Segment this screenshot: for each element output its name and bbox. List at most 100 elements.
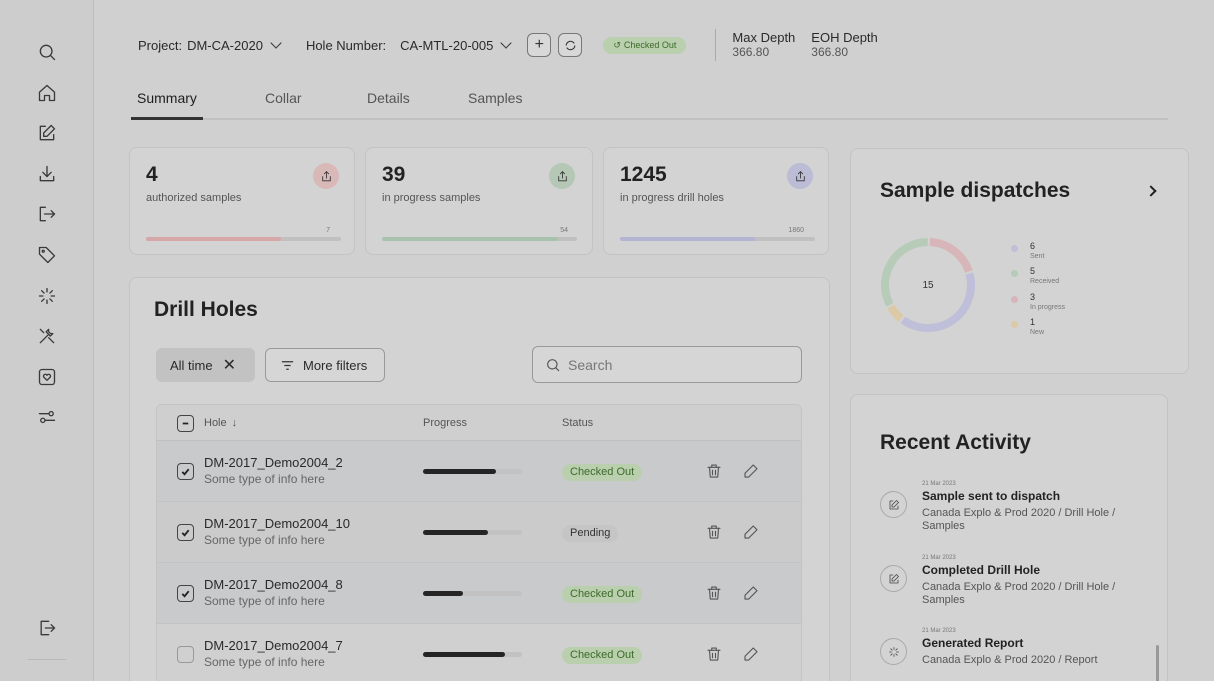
scrollbar[interactable]: [1156, 645, 1159, 681]
chevron-down-icon: [500, 36, 513, 49]
more-filters-button[interactable]: More filters: [265, 348, 385, 382]
stat-progress-bar: [146, 237, 341, 241]
share-icon[interactable]: [549, 163, 575, 189]
donut-segment-new: [887, 304, 904, 322]
stat-progress-fill: [146, 237, 281, 241]
chevron-right-icon[interactable]: [1145, 184, 1161, 198]
project-selector[interactable]: Project: DM-CA-2020: [138, 36, 282, 53]
trash-icon[interactable]: [705, 523, 723, 541]
download-icon[interactable]: [35, 162, 59, 186]
tab-details[interactable]: Details: [367, 90, 410, 120]
trash-icon[interactable]: [705, 584, 723, 602]
share-icon[interactable]: [787, 163, 813, 189]
row-checkbox[interactable]: [177, 524, 194, 541]
project-label: Project:: [138, 37, 183, 53]
hole-selector[interactable]: Hole Number: CA-MTL-20-005: [306, 36, 513, 53]
stat-progress-bar: [382, 237, 577, 241]
trash-icon[interactable]: [705, 645, 723, 663]
legend-value: 1: [1030, 317, 1036, 327]
dispatch-total: 15: [922, 280, 934, 291]
eoh-depth-label: EOH Depth: [811, 30, 878, 45]
tools-icon[interactable]: [35, 324, 59, 348]
column-hole[interactable]: Hole ↓: [204, 417, 237, 429]
sample-dispatches-panel: Sample dispatches 15 6 Sent 5 Received 3…: [850, 148, 1189, 374]
all-time-label: All time: [170, 357, 213, 373]
add-button[interactable]: +: [527, 33, 552, 57]
legend-label: Sent: [1030, 253, 1045, 260]
stat-label: in progress drill holes: [620, 192, 724, 204]
sample-dispatches-title: Sample dispatches: [880, 179, 1071, 202]
row-checkbox[interactable]: [177, 585, 194, 602]
recent-activity-title: Recent Activity: [880, 431, 1031, 454]
select-all-checkbox[interactable]: [177, 415, 194, 432]
hole-info: Some type of info here: [204, 533, 325, 547]
search-input[interactable]: Search: [532, 346, 802, 383]
status-badge: Checked Out: [562, 585, 643, 603]
sign-out-icon[interactable]: [35, 616, 59, 640]
filter-icon: [281, 360, 294, 370]
row-checkbox[interactable]: [177, 463, 194, 480]
table-row[interactable]: DM-2017_Demo2004_10 Some type of info he…: [157, 502, 801, 563]
home-icon[interactable]: [35, 81, 59, 105]
tab-summary[interactable]: Summary: [131, 90, 203, 120]
stat-progress-bar: [620, 237, 815, 241]
loader-icon: [880, 638, 907, 665]
pencil-icon[interactable]: [742, 645, 760, 663]
row-progress-bar: [423, 591, 522, 596]
column-hole-label: Hole: [204, 417, 227, 429]
close-icon[interactable]: ✕: [223, 355, 236, 375]
table-row[interactable]: DM-2017_Demo2004_8 Some type of info her…: [157, 563, 801, 624]
eoh-depth-value: 366.80: [811, 45, 848, 59]
activity-description: Canada Explo & Prod 2020 / Drill Hole / …: [922, 581, 1116, 606]
heart-box-icon[interactable]: [35, 365, 59, 389]
activity-date: 21 Mar 2023: [922, 481, 956, 487]
activity-title: Generated Report: [922, 636, 1024, 650]
tab-collar[interactable]: Collar: [265, 90, 302, 120]
sidebar: [0, 0, 94, 681]
donut-segment-received: [881, 238, 928, 307]
stat-label: authorized samples: [146, 192, 242, 204]
sync-button[interactable]: [558, 33, 583, 57]
edit-icon: [880, 491, 907, 518]
hole-value: CA-MTL-20-005: [400, 37, 494, 53]
legend-dot: [1011, 321, 1018, 328]
recent-activity-panel: Recent Activity 21 Mar 2023 Sample sent …: [850, 394, 1168, 681]
hole-info: Some type of info here: [204, 594, 325, 608]
checked-out-badge: ↺ Checked Out: [603, 36, 687, 54]
pencil-icon[interactable]: [742, 523, 760, 541]
stat-value: 1245: [620, 163, 667, 186]
pencil-icon[interactable]: [742, 462, 760, 480]
hole-info: Some type of info here: [204, 655, 325, 669]
row-checkbox[interactable]: [177, 646, 194, 663]
stat-progress-fill: [620, 237, 755, 241]
status-badge: Checked Out: [562, 463, 643, 481]
share-icon[interactable]: [313, 163, 339, 189]
drill-holes-table: Hole ↓ Progress Status DM-2017_Demo2004_2…: [156, 404, 802, 681]
table-row[interactable]: DM-2017_Demo2004_2 Some type of info her…: [157, 441, 801, 502]
search-icon[interactable]: [35, 40, 59, 64]
tab-samples[interactable]: Samples: [468, 90, 522, 120]
edit-icon[interactable]: [35, 121, 59, 145]
divider: [715, 29, 717, 61]
pencil-icon[interactable]: [742, 584, 760, 602]
chevron-down-icon: [270, 36, 282, 49]
stat-value: 39: [382, 163, 406, 186]
edit-icon: [880, 565, 907, 592]
drill-holes-panel: Drill Holes All time ✕ More filters Sear…: [129, 277, 830, 681]
tags-icon[interactable]: [35, 243, 59, 267]
activity-date: 21 Mar 2023: [922, 628, 956, 634]
stat-card-in-progress-drill-holes: 1245 in progress drill holes 1860: [603, 147, 829, 255]
loader-icon[interactable]: [35, 284, 59, 308]
trash-icon[interactable]: [705, 462, 723, 480]
sliders-icon[interactable]: [35, 405, 59, 429]
sync-icon: [565, 40, 576, 50]
all-time-filter-chip[interactable]: All time ✕: [156, 348, 255, 382]
sidebar-divider: [28, 659, 66, 660]
column-progress: Progress: [423, 417, 468, 429]
search-placeholder: Search: [568, 356, 613, 373]
activity-title: Sample sent to dispatch: [922, 489, 1061, 503]
status-badge: Pending: [562, 524, 619, 542]
table-row[interactable]: DM-2017_Demo2004_7 Some type of info her…: [157, 624, 801, 681]
hole-info: Some type of info here: [204, 472, 325, 486]
logout-arrow-icon[interactable]: [35, 202, 59, 226]
